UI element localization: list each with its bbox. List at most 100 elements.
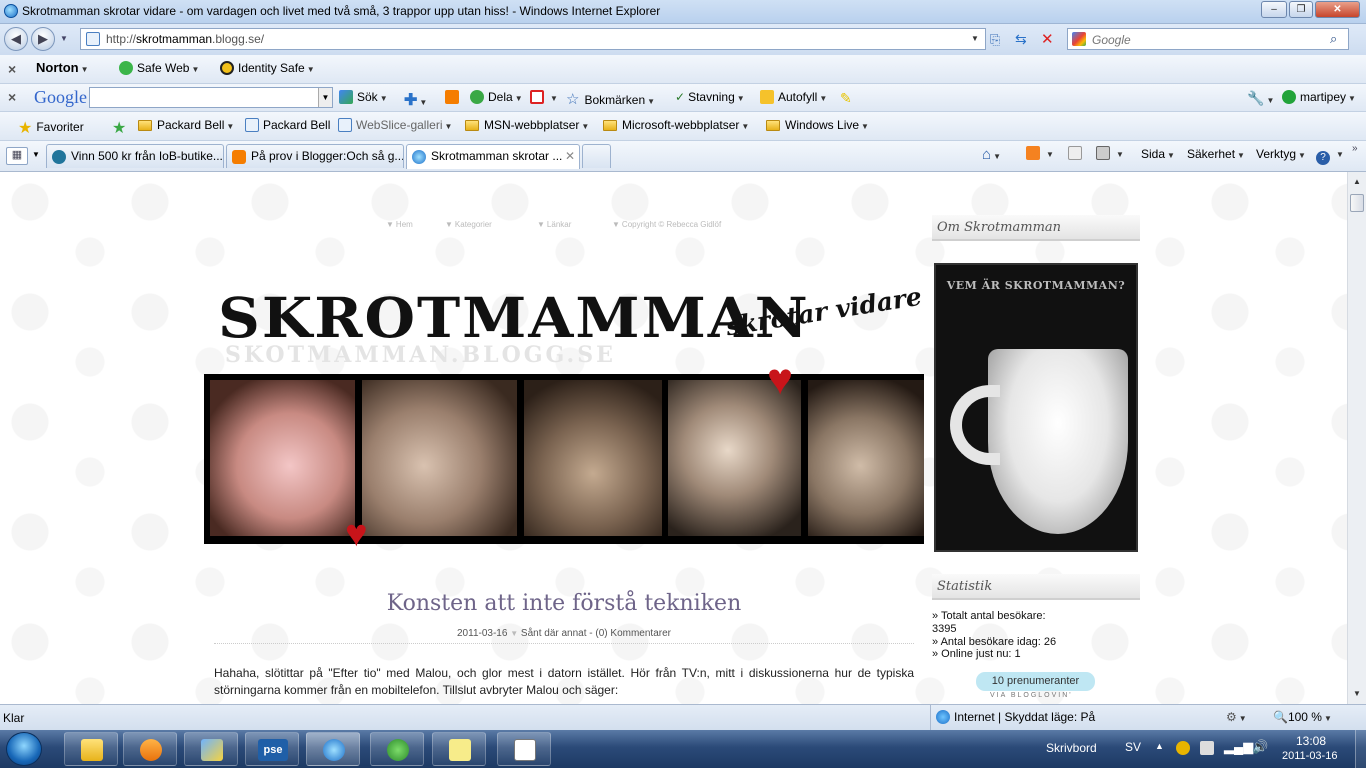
print-button[interactable]: ▼ xyxy=(1096,146,1124,160)
taskbar-explorer[interactable] xyxy=(64,732,118,766)
taskbar-messenger[interactable] xyxy=(370,732,424,766)
sida-menu[interactable]: Sida ▼ xyxy=(1141,147,1175,161)
tab-2[interactable]: På prov i Blogger:Och så g... xyxy=(226,144,404,168)
close-tab-icon[interactable]: ✕ xyxy=(565,149,575,163)
plus-icon: ✚ xyxy=(404,92,418,109)
blog-nav-lankar[interactable]: ▼ Länkar xyxy=(537,219,573,230)
clock-time[interactable]: 13:08 xyxy=(1296,734,1326,748)
search-box[interactable]: Google ⌕ xyxy=(1067,28,1349,50)
scroll-up-icon[interactable]: ▲ xyxy=(1353,177,1361,186)
blog-nav-copyright[interactable]: ▼ Copyright © Rebecca Gidlöf xyxy=(612,219,723,230)
tab-1[interactable]: Vinn 500 kr från IoB-butike... xyxy=(46,144,224,168)
taskbar-notepad[interactable] xyxy=(497,732,551,766)
taskbar-sticky-notes[interactable] xyxy=(432,732,486,766)
autofyll-button[interactable]: Autofyll ▼ xyxy=(760,90,827,104)
blog-nav-hem[interactable]: ▼ Hem xyxy=(386,219,415,230)
tray-device-icon[interactable] xyxy=(1200,741,1214,755)
fav-webslice-galleri[interactable]: WebSlice-galleri ▼ xyxy=(338,118,452,132)
restore-button[interactable]: ❐ xyxy=(1289,1,1313,18)
feeds-button[interactable]: ▼ xyxy=(1026,146,1054,160)
wrench-icon: 🔧 xyxy=(1247,90,1265,106)
fav-windows-live[interactable]: Windows Live ▼ xyxy=(766,118,869,132)
security-zone[interactable]: Internet | Skyddat läge: På xyxy=(936,710,1095,724)
close-window-button[interactable]: ✕ xyxy=(1315,1,1360,18)
tray-expand-icon[interactable]: ▲ xyxy=(1155,741,1164,751)
help-button[interactable]: ? ▼ xyxy=(1316,146,1344,165)
vertical-scrollbar[interactable]: ▲ ▼ xyxy=(1347,172,1366,704)
address-bar[interactable]: http://skrotmamman.blogg.se/ ▼ xyxy=(80,28,986,50)
compatibility-view-icon[interactable]: ⎘ xyxy=(990,32,1000,48)
favoriter-button[interactable]: ★ Favoriter xyxy=(18,118,84,138)
tab-3-active[interactable]: Skrotmamman skrotar ... ✕ xyxy=(406,144,580,169)
network-icon[interactable]: ▂▄▆ xyxy=(1224,739,1253,755)
dela-button[interactable]: Dela ▼ xyxy=(470,90,523,104)
stop-icon[interactable]: ✕ xyxy=(1041,30,1054,48)
taskbar-internet-explorer[interactable] xyxy=(306,732,360,766)
blogger-button[interactable] xyxy=(445,90,463,104)
blog-logo[interactable]: SKROTMAMMAN xyxy=(218,286,810,351)
scroll-down-icon[interactable]: ▼ xyxy=(1353,689,1361,698)
taskbar-media-player[interactable] xyxy=(123,732,177,766)
sakerhet-menu[interactable]: Säkerhet ▼ xyxy=(1187,147,1245,161)
fav-packard-bell-1[interactable]: Packard Bell ▼ xyxy=(138,118,234,132)
about-image[interactable]: VEM ÄR SKROTMAMMAN? xyxy=(934,263,1138,552)
safe-web-button[interactable]: Safe Web ▼ xyxy=(119,61,199,75)
status-divider xyxy=(930,705,931,730)
volume-icon[interactable]: 🔊 xyxy=(1252,739,1268,755)
tray-norton-icon[interactable] xyxy=(1176,741,1190,755)
settings-button[interactable]: 🔧 ▼ xyxy=(1247,90,1274,107)
scroll-thumb[interactable] xyxy=(1350,194,1364,212)
identity-safe-button[interactable]: Identity Safe ▼ xyxy=(220,61,315,75)
chevron-down-icon[interactable]: ▼ xyxy=(318,88,332,107)
google-search-input[interactable]: ▼ xyxy=(89,87,333,108)
minimize-button[interactable]: – xyxy=(1261,1,1287,18)
refresh-icon[interactable]: ⇆ xyxy=(1015,31,1027,48)
address-url[interactable]: http://skrotmamman.blogg.se/ xyxy=(106,32,264,46)
mail-icon xyxy=(1068,146,1082,160)
post-category-link[interactable]: Sånt där annat xyxy=(521,628,587,639)
user-account-button[interactable]: martipey ▼ xyxy=(1282,90,1356,104)
blog-logo-subtitle: SKOTMAMMAN.BLOGG.SE xyxy=(225,342,616,368)
blog-nav-kategorier[interactable]: ▼ Kategorier xyxy=(445,219,494,230)
fav-packard-bell-2[interactable]: Packard Bell xyxy=(245,118,330,132)
address-dropdown-icon[interactable]: ▼ xyxy=(971,34,979,43)
highlight-button[interactable]: ✎ xyxy=(840,90,852,107)
post-comments-link[interactable]: (0) Kommentarer xyxy=(595,628,671,639)
forward-button[interactable]: ▶ xyxy=(31,27,55,51)
tab-list-dropdown-icon[interactable]: ▼ xyxy=(32,150,40,159)
home-button[interactable]: ⌂ ▼ xyxy=(982,146,1001,163)
taskbar-photoshop-elements[interactable]: pse xyxy=(245,732,299,766)
bokmarken-button[interactable]: ☆ Bokmärken ▼ xyxy=(566,90,655,108)
close-toolbar-icon[interactable]: × xyxy=(8,61,16,77)
clock-date[interactable]: 2011-03-16 xyxy=(1282,750,1337,762)
verktyg-menu[interactable]: Verktyg ▼ xyxy=(1256,147,1306,161)
popup-blocker-button[interactable]: ▼ xyxy=(530,90,558,104)
post-title[interactable]: Konsten att inte förstå tekniken xyxy=(214,591,914,616)
protected-mode-icon[interactable]: ⚙ ▼ xyxy=(1226,710,1247,724)
add-button[interactable]: ✚ ▼ xyxy=(404,90,427,110)
show-desktop-button[interactable] xyxy=(1355,730,1366,768)
new-tab-button[interactable] xyxy=(582,144,611,168)
history-dropdown-icon[interactable]: ▼ xyxy=(60,34,68,43)
mail-button[interactable] xyxy=(1068,146,1086,160)
close-google-toolbar-icon[interactable]: × xyxy=(8,89,16,105)
quick-tabs-icon[interactable]: ▦ xyxy=(6,147,28,165)
blogger-icon xyxy=(445,90,459,104)
fav-microsoft-webbplatser[interactable]: Microsoft-webbplatser ▼ xyxy=(603,118,749,132)
start-button[interactable] xyxy=(6,732,42,766)
zoom-control[interactable]: 🔍100 % ▼ xyxy=(1273,710,1332,724)
stavning-button[interactable]: ✓ Stavning ▼ xyxy=(675,90,745,104)
taskbar-paint[interactable] xyxy=(184,732,238,766)
add-favorite-icon[interactable]: ★ xyxy=(112,118,130,138)
fav-msn-webbplatser[interactable]: MSN-webbplatser ▼ xyxy=(465,118,589,132)
bloglovin-subscribers-button[interactable]: 10 prenumeranter xyxy=(976,672,1095,691)
stat-today: » Antal besökare idag: 26 xyxy=(932,636,1057,648)
photo-child-cap xyxy=(808,380,924,536)
norton-logo[interactable]: Norton ▼ xyxy=(36,60,89,75)
search-icon[interactable]: ⌕ xyxy=(1330,31,1337,47)
back-button[interactable]: ◀ xyxy=(4,27,28,51)
language-indicator[interactable]: SV xyxy=(1125,740,1141,754)
show-desktop-toolbar[interactable]: Skrivbord xyxy=(1046,741,1097,755)
chevron-more-icon[interactable]: » xyxy=(1352,143,1358,154)
sok-button[interactable]: Sök ▼ xyxy=(339,90,388,104)
